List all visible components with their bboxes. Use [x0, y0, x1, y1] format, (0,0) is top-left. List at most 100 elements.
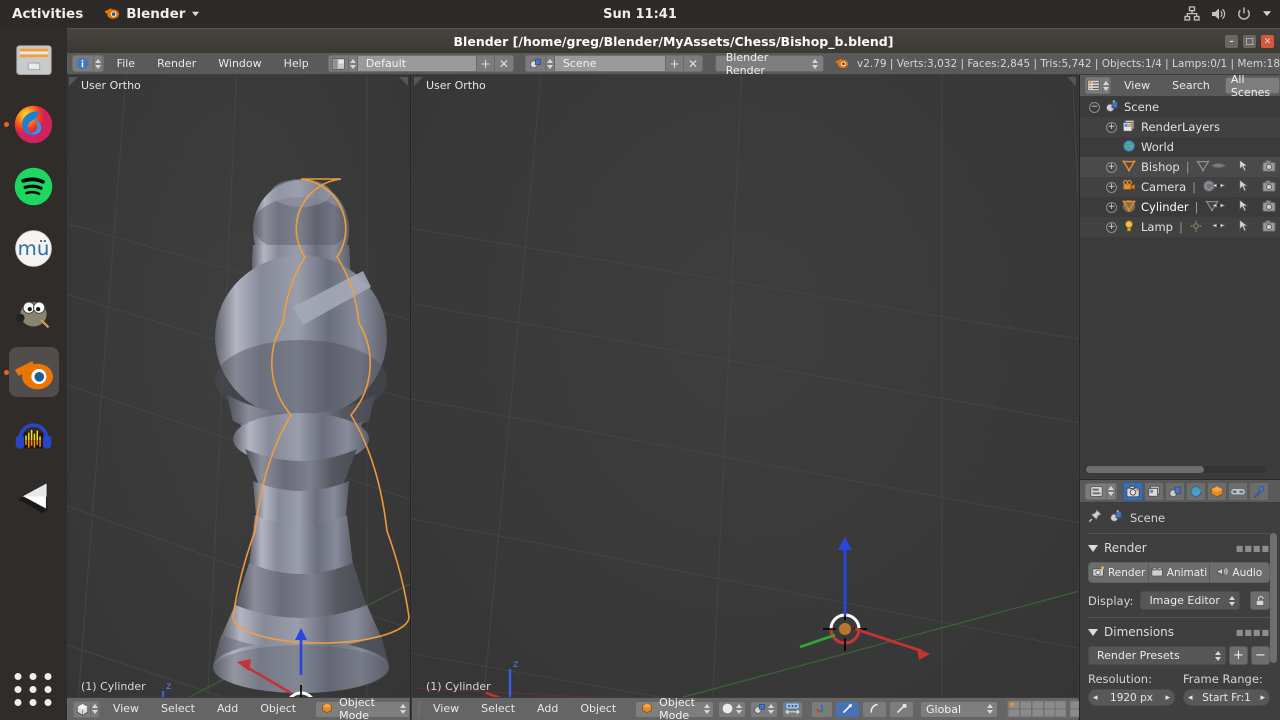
dock-item-unity[interactable] [9, 471, 59, 521]
dock-item-blender[interactable] [3, 347, 59, 397]
outliner-menu-view[interactable]: View [1113, 76, 1161, 96]
screen-layout-value[interactable]: Default [357, 56, 476, 71]
editor-type-selector[interactable] [72, 55, 104, 72]
add-screen-layout-button[interactable]: + [475, 56, 495, 71]
decrement-arrow-icon[interactable]: ◂ [1093, 693, 1098, 703]
properties-scrollbar-thumb[interactable] [1270, 533, 1277, 663]
expand-toggle[interactable]: + [1106, 221, 1117, 233]
menu-render[interactable]: Render [146, 54, 207, 74]
restrict-render-icon[interactable] [1262, 159, 1276, 175]
expand-toggle[interactable]: + [1106, 161, 1117, 173]
menu-file[interactable]: File [106, 54, 146, 74]
power-icon[interactable] [1236, 6, 1252, 22]
outliner-row-bishop[interactable]: + Bishop | [1080, 157, 1280, 177]
outliner-row-scene[interactable]: − Scene [1080, 97, 1280, 117]
outliner-scrollbar-thumb[interactable] [1086, 466, 1204, 473]
viewport-corner-handle[interactable] [399, 77, 408, 86]
close-button[interactable]: ✕ [1261, 35, 1274, 48]
lock-interface-button[interactable] [1250, 591, 1270, 610]
display-mode-selector[interactable]: Image Editor [1140, 591, 1240, 610]
editor-type-spinner[interactable] [1107, 483, 1116, 499]
viewport-left[interactable]: z User Ortho (1) Cylinder [67, 75, 411, 697]
scale-manipulator-button[interactable] [889, 700, 914, 718]
outliner-menu-search[interactable]: Search [1161, 76, 1221, 96]
manipulator-axis-icon-wrap[interactable] [811, 700, 833, 718]
pivot-point-selector[interactable] [750, 700, 778, 718]
resolution-x-field[interactable]: ◂ 1920 px ▸ [1088, 689, 1175, 706]
render-presets-selector[interactable]: Render Presets [1088, 646, 1226, 665]
scene-name-value[interactable]: Scene [554, 56, 665, 71]
editor-type-selector[interactable] [418, 700, 420, 718]
expand-toggle[interactable]: + [1106, 121, 1117, 133]
restrict-render-icon[interactable] [1262, 199, 1276, 215]
outliner-row-world[interactable]: World [1080, 137, 1280, 157]
properties-tab-render-layers[interactable] [1144, 481, 1164, 501]
viewport-shading-selector[interactable] [718, 700, 746, 718]
viewport-corner-handle[interactable] [414, 77, 423, 86]
viewport-right[interactable]: z User Ortho (1) Cylinder [412, 75, 1078, 697]
outliner-row-lamp[interactable]: + Lamp | [1080, 217, 1280, 237]
panel-drag-handle[interactable]: ■■■■ [1236, 628, 1270, 637]
increment-arrow-icon[interactable]: ▸ [1260, 693, 1265, 703]
properties-tab-scene[interactable] [1165, 481, 1185, 501]
frame-start-field[interactable]: ◂ Start Fr:1 ▸ [1183, 689, 1270, 706]
outliner-row-renderlayers[interactable]: + RenderLayers [1080, 117, 1280, 137]
properties-tab-world[interactable] [1186, 481, 1206, 501]
editor-type-selector[interactable] [1085, 77, 1111, 94]
maximize-button[interactable]: □ [1243, 35, 1256, 48]
restrict-view-icon[interactable] [1210, 200, 1227, 214]
network-icon[interactable] [1184, 6, 1200, 22]
viewport-menu-object[interactable]: Object [569, 699, 627, 719]
restrict-view-icon[interactable] [1210, 220, 1227, 234]
restrict-view-icon[interactable] [1210, 180, 1227, 194]
remove-screen-layout-button[interactable]: ✕ [494, 56, 513, 71]
interaction-mode-selector[interactable]: Object Mode [315, 696, 410, 720]
expand-toggle[interactable]: − [1089, 101, 1100, 113]
restrict-select-icon[interactable] [1238, 199, 1250, 215]
restrict-view-icon[interactable] [1210, 160, 1227, 174]
viewport-menu-view[interactable]: View [102, 699, 150, 719]
panel-header-dimensions[interactable]: Dimensions ■■■■ [1088, 625, 1270, 639]
decrement-arrow-icon[interactable]: ◂ [1188, 693, 1193, 703]
menu-help[interactable]: Help [273, 54, 320, 74]
screen-layout-selector[interactable]: Default + ✕ [327, 55, 514, 72]
dock-item-spotify[interactable] [9, 161, 59, 211]
menu-window[interactable]: Window [207, 54, 272, 74]
restrict-select-icon[interactable] [1238, 219, 1250, 235]
volume-icon[interactable] [1210, 6, 1226, 22]
render-engine-selector[interactable]: Blender Render [714, 51, 824, 77]
mesh-data-icon[interactable] [1196, 159, 1210, 176]
scene-selector[interactable]: Scene + ✕ [524, 55, 703, 72]
properties-tab-object[interactable] [1207, 481, 1227, 501]
app-menu-button[interactable]: Blender [103, 4, 200, 25]
render-image-button[interactable]: Render [1089, 563, 1150, 582]
add-scene-button[interactable]: + [664, 56, 684, 71]
editor-type-spinner[interactable] [93, 56, 103, 71]
restrict-select-icon[interactable] [1238, 179, 1250, 195]
restrict-render-icon[interactable] [1262, 219, 1276, 235]
editor-type-selector[interactable] [1085, 482, 1117, 500]
dock-item-audacity[interactable] [9, 409, 59, 459]
minimize-button[interactable]: – [1225, 35, 1238, 48]
editor-type-spinner[interactable] [1102, 78, 1110, 93]
render-animation-button[interactable]: Animati [1149, 563, 1210, 582]
render-audio-button[interactable]: Audio [1209, 563, 1269, 582]
restrict-render-icon[interactable] [1262, 179, 1276, 195]
viewport-menu-select[interactable]: Select [150, 699, 206, 719]
viewport-corner-handle[interactable] [69, 77, 78, 86]
dock-item-gimp[interactable] [9, 285, 59, 335]
properties-tab-modifiers[interactable] [1249, 481, 1269, 501]
restrict-select-icon[interactable] [1238, 159, 1250, 175]
dock-item-files[interactable] [9, 37, 59, 87]
editor-type-spinner[interactable] [91, 701, 99, 717]
snap-during-transform-toggle[interactable] [782, 700, 803, 718]
outliner-row-cylinder[interactable]: + Cylinder | [1080, 197, 1280, 217]
pin-icon[interactable] [1088, 509, 1102, 526]
properties-tab-render[interactable] [1123, 481, 1143, 501]
lamp-data-icon[interactable] [1189, 219, 1203, 236]
activities-button[interactable]: Activities [0, 6, 95, 22]
expand-toggle[interactable]: + [1106, 201, 1117, 213]
scene-spinner[interactable] [546, 56, 555, 71]
transform-orientation-selector[interactable]: Global [920, 700, 998, 718]
dock-item-musescore[interactable]: mü [9, 223, 59, 273]
